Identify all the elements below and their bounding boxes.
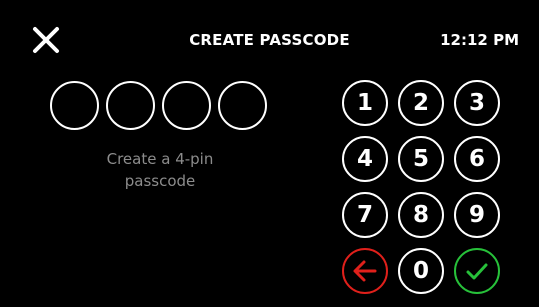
key-1[interactable]: 1 xyxy=(342,80,388,126)
key-5[interactable]: 5 xyxy=(398,136,444,182)
prompt-line-1: Create a 4-pin xyxy=(106,150,214,168)
pin-dot-2 xyxy=(106,81,155,130)
back-button[interactable] xyxy=(342,248,388,294)
key-3[interactable]: 3 xyxy=(454,80,500,126)
numeric-keypad: 1 2 3 4 5 6 7 8 9 0 xyxy=(342,80,504,294)
pin-dot-3 xyxy=(162,81,211,130)
key-8[interactable]: 8 xyxy=(398,192,444,238)
pin-dot-4 xyxy=(218,81,267,130)
passcode-prompt: Create a 4-pin passcode xyxy=(60,148,260,192)
key-6[interactable]: 6 xyxy=(454,136,500,182)
arrow-left-icon xyxy=(353,260,377,282)
key-7[interactable]: 7 xyxy=(342,192,388,238)
key-2[interactable]: 2 xyxy=(398,80,444,126)
pin-indicator xyxy=(50,81,272,131)
prompt-line-2: passcode xyxy=(124,172,196,190)
check-icon xyxy=(466,263,488,280)
key-9[interactable]: 9 xyxy=(454,192,500,238)
pin-dot-1 xyxy=(50,81,99,130)
confirm-button[interactable] xyxy=(454,248,500,294)
key-4[interactable]: 4 xyxy=(342,136,388,182)
clock-time: 12:12 PM xyxy=(440,31,519,49)
key-0[interactable]: 0 xyxy=(398,248,444,294)
